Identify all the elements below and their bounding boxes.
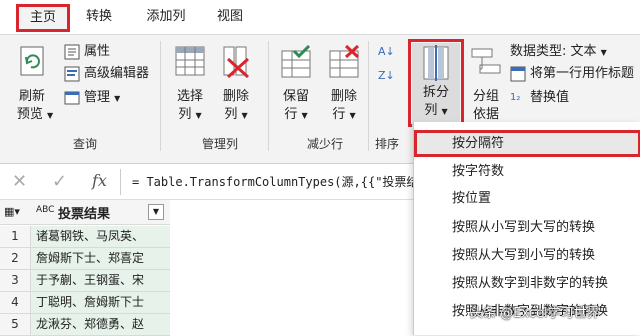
keep-rows-button[interactable]: 保留 行 ▼ <box>278 45 314 129</box>
choose-columns-icon <box>175 46 205 76</box>
refresh-preview-button[interactable]: 刷新 预览 ▼ <box>12 45 53 129</box>
remove-rows-button[interactable]: 删除 行 ▼ <box>326 45 362 129</box>
table-row[interactable]: 4 丁聪明、詹姆斯下士 <box>0 292 170 314</box>
menu-item-upper-to-lower[interactable]: 按照从大写到小写的转换 <box>414 242 640 269</box>
row-number: 1 <box>0 226 31 247</box>
choose-cols-label: 列 ▼ <box>178 107 202 122</box>
column-filter-icon[interactable]: ▼ <box>148 204 164 220</box>
column-header-label: 投票结果 <box>58 207 111 222</box>
data-grid: ▦▾ ABC 投票结果 ▼ 1 诸葛钢铁、马凤英、 2 詹姆斯下士、郑喜定 3 于予蒯… <box>0 200 170 336</box>
cell[interactable]: 诸葛钢铁、马凤英、 <box>31 226 170 247</box>
group-by-button[interactable]: 分组 依据 <box>468 45 504 129</box>
properties-label: 属性 <box>84 44 111 59</box>
grid-header-row: ▦▾ ABC 投票结果 ▼ <box>0 200 170 225</box>
keep-label: 保留 <box>282 89 309 104</box>
remove-cols-label: 列 ▼ <box>224 107 248 122</box>
tab-transform[interactable]: 转换 <box>78 6 120 28</box>
menu-item-by-delimiter[interactable]: 按分隔符 <box>414 130 640 157</box>
menu-item-lower-to-upper[interactable]: 按照从小写到大写的转换 <box>414 214 640 241</box>
remove-rows-icon <box>329 45 360 78</box>
group-label-query: 查询 <box>72 137 97 151</box>
table-menu-icon[interactable]: ▦▾ <box>4 205 20 218</box>
refresh-label: 刷新 <box>18 89 45 104</box>
keep-rows-icon <box>281 45 311 78</box>
remove-label: 删除 <box>222 89 249 104</box>
tab-view[interactable]: 视图 <box>210 6 250 28</box>
manage-label: 管理 ▼ <box>84 90 121 105</box>
group-by-icon <box>471 48 501 74</box>
preview-label: 预览 ▼ <box>16 107 54 122</box>
watermark: 头条 @Excel学习世界 <box>470 306 600 321</box>
keep-rows-label: 行 ▼ <box>284 107 308 122</box>
remove-columns-icon <box>223 46 250 79</box>
manage-icon <box>64 91 80 105</box>
remove-columns-button[interactable]: 删除 列 ▼ <box>218 45 254 129</box>
text-type-icon[interactable]: ABC <box>36 205 54 215</box>
advanced-editor-label: 高级编辑器 <box>84 66 150 81</box>
separator <box>268 41 269 151</box>
cell[interactable]: 于予蒯、王钢蛋、宋 <box>31 270 170 291</box>
replace-values-label: 替换值 <box>530 90 570 105</box>
confirm-icon[interactable]: ✓ <box>52 171 67 192</box>
cancel-icon[interactable]: ✕ <box>12 171 27 192</box>
split-column-menu: 按分隔符 按字符数 按位置 按照从小写到大写的转换 按照从大写到小写的转换 按照… <box>413 122 640 335</box>
separator <box>120 169 121 195</box>
data-type-label: 数据类型: 文本 ▼ <box>510 44 607 59</box>
split-column-label: 列 ▼ <box>424 103 448 118</box>
sort-descending-icon: Z↓ <box>378 69 395 82</box>
split-column-icon <box>423 45 449 81</box>
cell[interactable]: 丁聪明、詹姆斯下士 <box>31 292 170 313</box>
replace-values-icon: 1₂ <box>510 92 521 103</box>
group-label-manage-columns: 管理列 <box>201 137 238 151</box>
group-label-sort: 排序 <box>374 137 399 151</box>
refresh-icon <box>20 46 44 76</box>
remove-rows-label-2: 行 ▼ <box>332 107 356 122</box>
split-label: 拆分 <box>422 85 449 100</box>
row-number: 2 <box>0 248 31 269</box>
advanced-editor-icon <box>64 66 80 82</box>
remove-rows-label-1: 删除 <box>330 89 357 104</box>
row-number: 4 <box>0 292 31 313</box>
table-row[interactable]: 1 诸葛钢铁、马凤英、 <box>0 226 170 248</box>
menu-item-digit-to-non-digit[interactable]: 按照从数字到非数字的转换 <box>414 270 640 297</box>
menu-item-by-number-of-characters[interactable]: 按字符数 <box>414 158 640 185</box>
first-row-header-label: 将第一行用作标题 <box>530 66 635 81</box>
group-label-reduce-rows: 减少行 <box>306 137 343 151</box>
ribbon-tab-bar: 主页 转换 添加列 视图 <box>0 0 640 34</box>
split-column-button[interactable]: 拆分 列 ▼ <box>412 43 460 127</box>
table-row[interactable]: 2 詹姆斯下士、郑喜定 <box>0 248 170 270</box>
tab-add-column[interactable]: 添加列 <box>135 6 197 28</box>
row-number: 5 <box>0 314 31 335</box>
tab-home[interactable]: 主页 <box>16 4 70 32</box>
row-number: 3 <box>0 270 31 291</box>
table-row[interactable]: 5 龙湫芬、郑德勇、赵 <box>0 314 170 336</box>
group-by-label-1: 分组 <box>472 89 499 104</box>
choose-label: 选择 <box>176 89 203 104</box>
fx-icon[interactable]: fx <box>92 171 107 190</box>
sort-ascending-icon: A↓ <box>378 45 395 58</box>
table-row[interactable]: 3 于予蒯、王钢蛋、宋 <box>0 270 170 292</box>
cell[interactable]: 詹姆斯下士、郑喜定 <box>31 248 170 269</box>
choose-columns-button[interactable]: 选择 列 ▼ <box>172 45 208 129</box>
properties-icon <box>64 44 80 60</box>
separator <box>160 41 161 151</box>
separator <box>368 41 369 151</box>
formula-input[interactable]: = Table.TransformColumnTypes(源,{{"投票结 <box>132 173 422 190</box>
cell[interactable]: 龙湫芬、郑德勇、赵 <box>31 314 170 335</box>
menu-item-by-positions[interactable]: 按位置 <box>414 185 640 212</box>
table-header-icon <box>510 66 526 82</box>
